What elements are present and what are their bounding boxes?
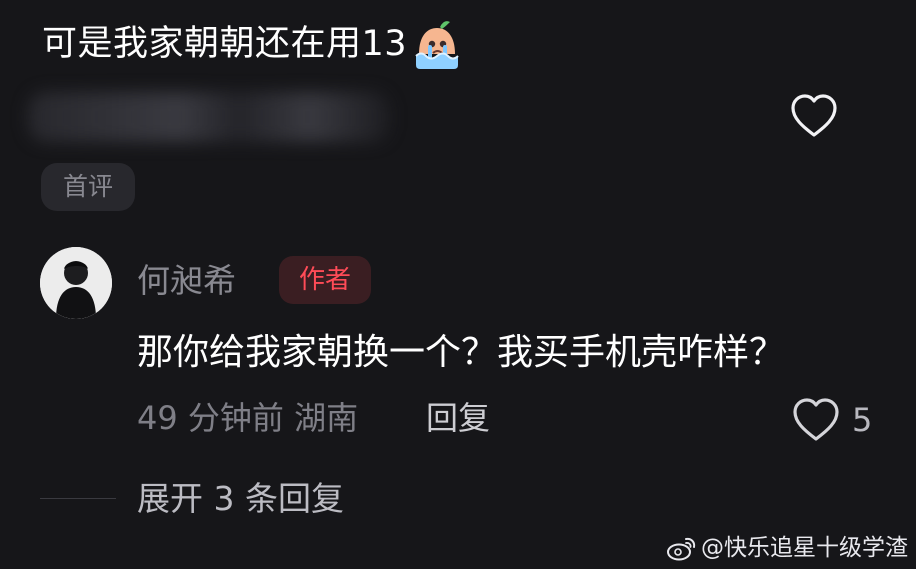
reply-time: 49 分钟前 [137,399,284,437]
author-badge: 作者 [279,256,371,304]
top-comment: 可是我家朝朝还在用13 [42,16,465,72]
like-heart-icon[interactable] [788,91,840,139]
first-comment-badge: 首评 [41,163,135,211]
crying-face-emoji-icon [415,21,459,69]
reply-location: 湖南 [294,399,359,437]
avatar-photo [40,247,112,319]
watermark: @快乐追星十级学渣 [666,531,908,565]
watermark-text: @快乐追星十级学渣 [701,535,908,561]
reply-meta: 49 分钟前 湖南 [137,391,358,445]
weibo-icon [667,537,696,561]
expand-replies-button[interactable]: 展开 3 条回复 [137,472,344,526]
reply-like-heart-icon[interactable] [790,395,842,443]
reply-text: 那你给我家朝换一个？我买手机壳咋样？ [137,332,786,373]
reply-button[interactable]: 回复 [426,391,490,445]
top-comment-text: 可是我家朝朝还在用13 [42,24,408,64]
author-name[interactable]: 何昶希 [137,256,236,306]
reply-divider [40,498,116,499]
blurred-text-line [28,92,390,142]
comment-thread: 可是我家朝朝还在用13 首评 何昶希 作者 那你给我家朝换一个？我买手机壳咋样？… [0,0,916,569]
reply-like-count: 5 [852,401,873,439]
avatar[interactable] [40,247,112,319]
